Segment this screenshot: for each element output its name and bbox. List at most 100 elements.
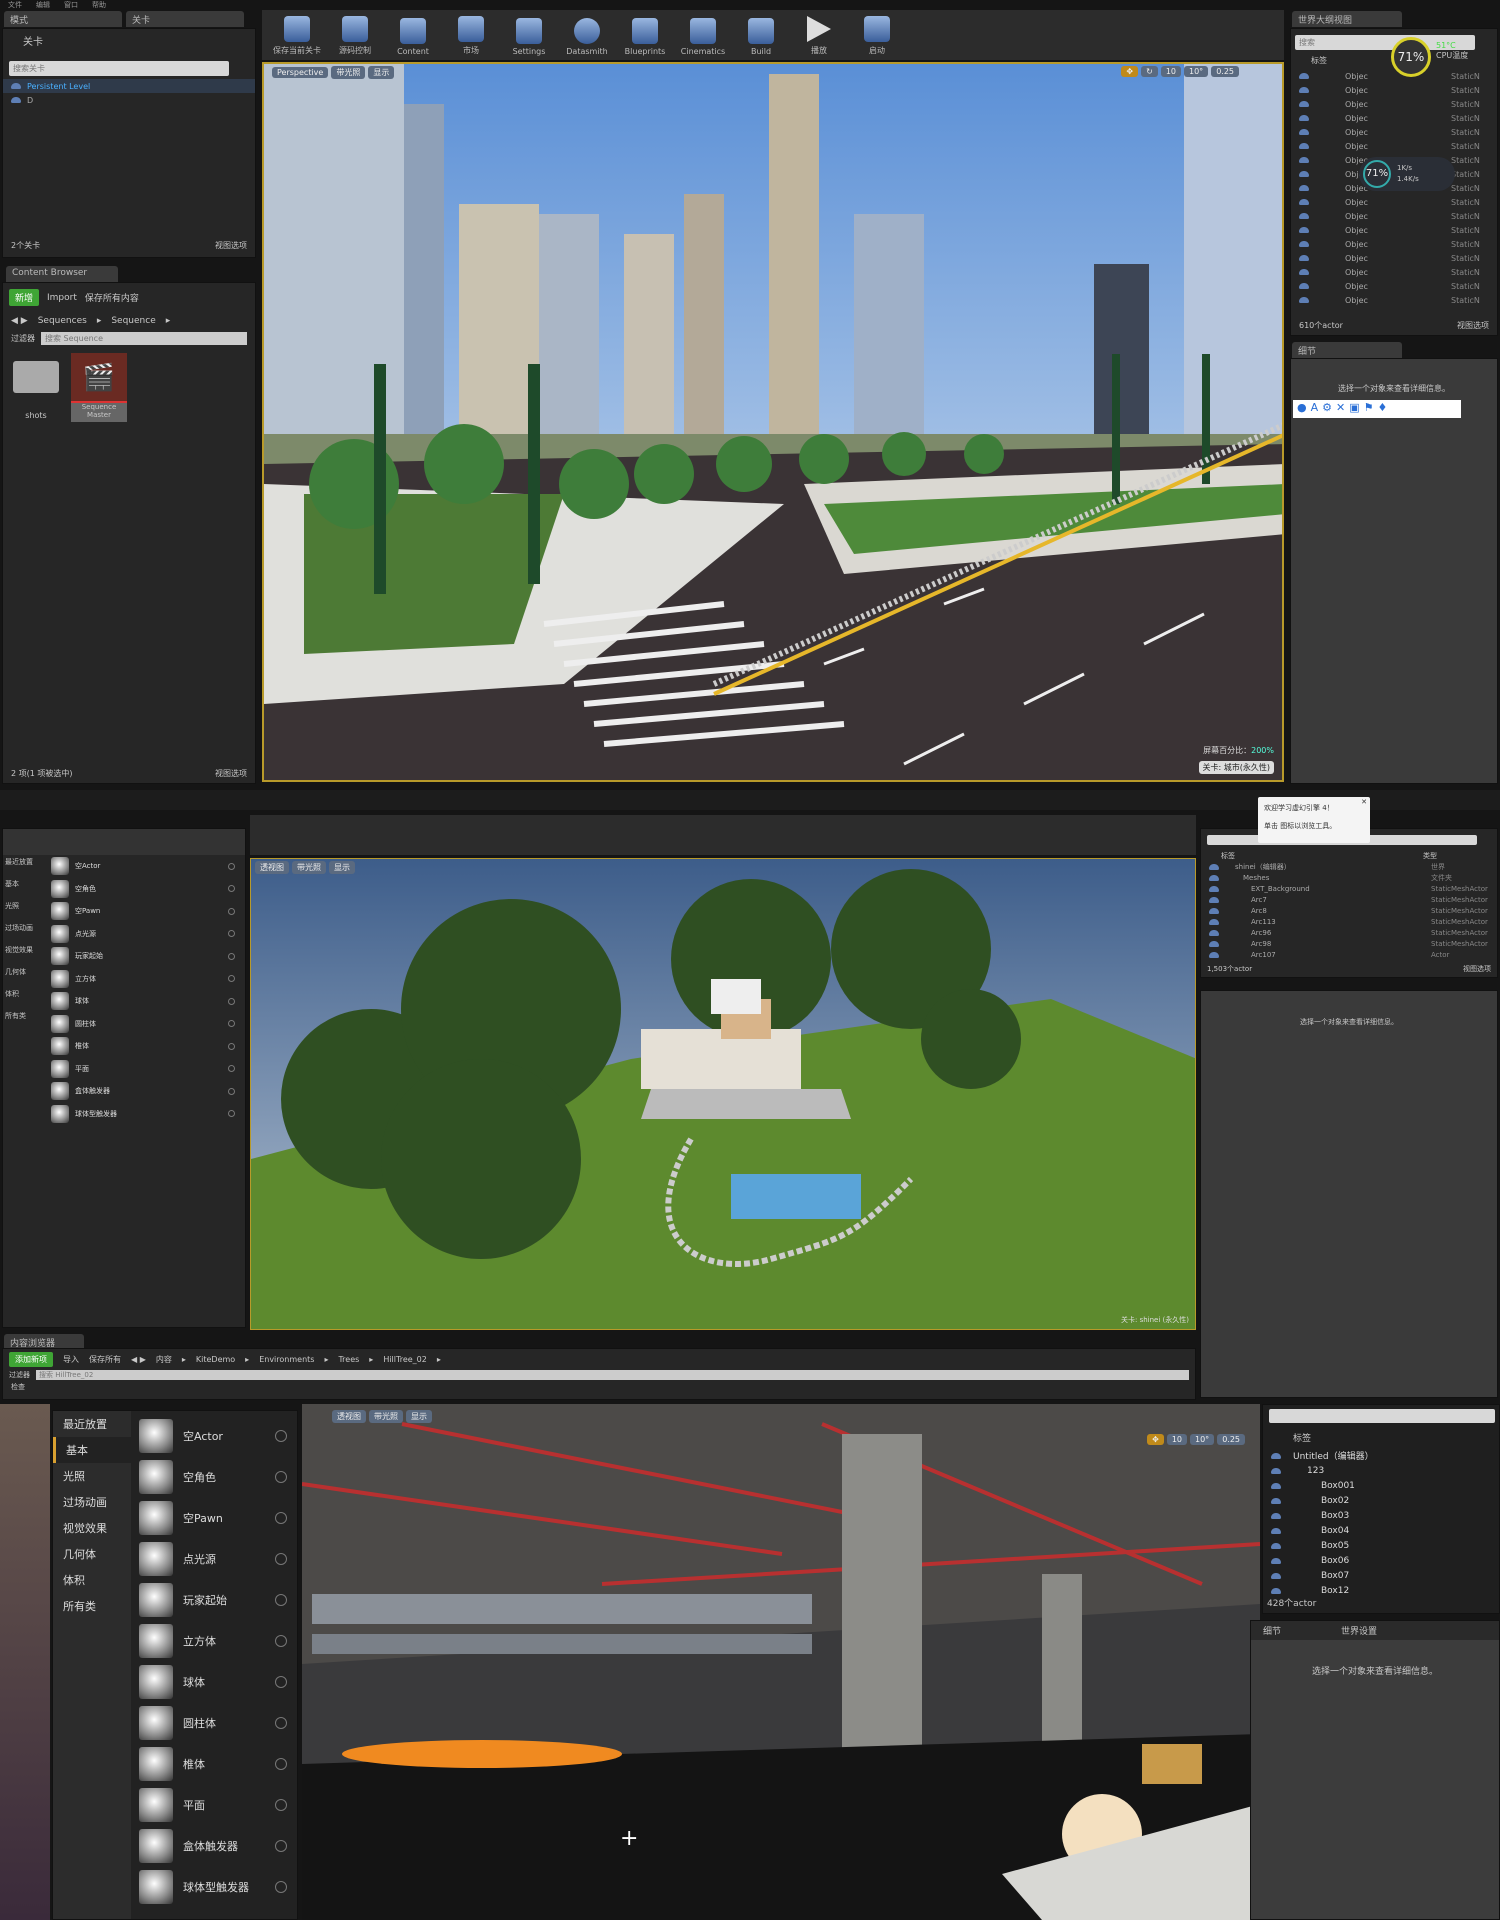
info-icon[interactable] (228, 907, 235, 915)
scale-snap[interactable]: 0.25 (1211, 66, 1239, 77)
outliner-row[interactable]: Arc96 StaticMeshActor (1201, 927, 1497, 938)
menu-help[interactable]: 帮助 (92, 0, 106, 10)
blueprints-button[interactable]: Blueprints (618, 18, 672, 56)
eye-icon[interactable] (1299, 297, 1309, 303)
outliner-row[interactable]: Arc7 StaticMeshActor (1201, 894, 1497, 905)
cb-view-options[interactable]: 视图选项 (215, 768, 247, 779)
info-icon[interactable] (275, 1470, 287, 1483)
outliner-row[interactable]: 123 (1263, 1463, 1499, 1478)
info-icon[interactable] (228, 930, 235, 938)
outliner-row[interactable]: Arc107 Actor (1201, 949, 1497, 960)
eye-icon[interactable] (1271, 1557, 1281, 1564)
category-tab[interactable]: 体积 (3, 987, 45, 1009)
cb-search-input[interactable]: 搜索 Sequence (41, 332, 247, 345)
breadcrumb[interactable]: Environments (259, 1355, 314, 1364)
place-item[interactable]: 玩家起始 (51, 945, 245, 968)
outliner-row[interactable]: Objec StaticN (1291, 265, 1497, 279)
perspective-button[interactable]: 透视图 (332, 1410, 366, 1423)
save-all-button[interactable]: 保存所有内容 (85, 291, 139, 304)
eye-icon[interactable] (1299, 73, 1309, 79)
outliner-row[interactable]: Box02 (1263, 1493, 1499, 1508)
eye-icon[interactable] (1209, 907, 1219, 914)
info-icon[interactable] (275, 1716, 287, 1729)
info-icon[interactable] (228, 952, 235, 960)
info-icon[interactable] (275, 1675, 287, 1688)
save-level-button[interactable]: 保存当前关卡 (270, 16, 324, 56)
place-item[interactable]: 空Actor (139, 1415, 297, 1456)
place-item[interactable]: 空Actor (51, 855, 245, 878)
outliner-row[interactable]: Box07 (1263, 1568, 1499, 1583)
eye-icon[interactable] (1271, 1587, 1281, 1594)
rotate-icon[interactable]: ↻ (1141, 66, 1158, 77)
eye-icon[interactable] (1209, 896, 1219, 903)
menu-file[interactable]: 文件 (8, 0, 22, 10)
eye-icon[interactable] (1271, 1512, 1281, 1519)
eye-icon[interactable] (11, 97, 21, 103)
eye-icon[interactable] (1271, 1482, 1281, 1489)
category-tab[interactable]: 最近放置 (53, 1411, 131, 1437)
eye-icon[interactable] (1271, 1497, 1281, 1504)
import-button[interactable]: 导入 (63, 1354, 79, 1365)
eye-icon[interactable] (1299, 255, 1309, 261)
outliner-row[interactable]: Objec StaticN (1291, 279, 1497, 293)
eye-icon[interactable] (11, 83, 21, 89)
build-button[interactable]: Build (734, 18, 788, 56)
place-item[interactable]: 空角色 (51, 878, 245, 901)
marketplace-button[interactable]: 市场 (444, 16, 498, 56)
viewport-villa[interactable]: 透视图 带光照 显示 关卡: shinei (永久性) (250, 858, 1196, 1330)
show-button[interactable]: 显示 (406, 1410, 432, 1423)
perspective-button[interactable]: Perspective (272, 67, 329, 78)
eye-icon[interactable] (1299, 115, 1309, 121)
outliner-row[interactable]: Untitled（编辑器） (1263, 1448, 1499, 1463)
place-item[interactable]: 圆柱体 (139, 1702, 297, 1743)
outliner-row[interactable]: Objec StaticN (1291, 125, 1497, 139)
place-item[interactable]: 盒体触发器 (51, 1080, 245, 1103)
eye-icon[interactable] (1209, 929, 1219, 936)
lit-button[interactable]: 带光照 (292, 861, 326, 874)
outliner-row[interactable]: Objec StaticN (1291, 293, 1497, 307)
save-all-button[interactable]: 保存所有 (89, 1354, 121, 1365)
info-icon[interactable] (275, 1839, 287, 1852)
tab-levels[interactable]: 关卡 (126, 11, 244, 27)
outliner-row[interactable]: Arc113 StaticMeshActor (1201, 916, 1497, 927)
place-item[interactable]: 椎体 (51, 1035, 245, 1058)
breadcrumb[interactable]: HillTree_02 (383, 1355, 427, 1364)
lit-button[interactable]: 带光照 (369, 1410, 403, 1423)
eye-icon[interactable] (1209, 951, 1219, 958)
eye-icon[interactable] (1299, 171, 1309, 177)
place-item[interactable]: 圆柱体 (51, 1013, 245, 1036)
move-icon[interactable]: ✥ (1147, 1434, 1164, 1445)
place-item[interactable]: 球体型触发器 (51, 1103, 245, 1126)
outliner-row[interactable]: Meshes 文件夹 (1201, 872, 1497, 883)
place-item[interactable]: 球体型触发器 (139, 1866, 297, 1907)
outliner-row[interactable]: Objec StaticN (1291, 223, 1497, 237)
outliner-row[interactable]: Box05 (1263, 1538, 1499, 1553)
tab-world-settings[interactable]: 世界设置 (1341, 1624, 1377, 1637)
outliner-row[interactable]: Objec StaticN (1291, 237, 1497, 251)
eye-icon[interactable] (1299, 241, 1309, 247)
outliner-row[interactable]: Objec StaticN (1291, 251, 1497, 265)
eye-icon[interactable] (1299, 143, 1309, 149)
info-icon[interactable] (228, 975, 235, 983)
rotation-snap[interactable]: 10° (1190, 1434, 1215, 1445)
category-tab[interactable]: 几何体 (3, 965, 45, 987)
play-button[interactable]: 播放 (792, 16, 846, 56)
info-icon[interactable] (228, 862, 235, 870)
eye-icon[interactable] (1299, 199, 1309, 205)
grid-snap[interactable]: 10 (1166, 1434, 1187, 1445)
view-options-button[interactable]: 视图选项 (215, 240, 247, 251)
eye-icon[interactable] (1299, 227, 1309, 233)
category-tab[interactable]: 视觉效果 (53, 1515, 131, 1541)
category-tab[interactable]: 基本 (3, 877, 45, 899)
folder-shots[interactable]: shots (11, 353, 61, 422)
eye-icon[interactable] (1299, 269, 1309, 275)
datasmith-button[interactable]: Datasmith (560, 18, 614, 56)
filter-button[interactable]: 过滤器 (9, 1370, 30, 1380)
level-row[interactable]: D (3, 93, 255, 107)
outliner-row[interactable]: Arc98 StaticMeshActor (1201, 938, 1497, 949)
info-icon[interactable] (275, 1552, 287, 1565)
breadcrumb-sequences[interactable]: Sequences (38, 316, 87, 326)
close-icon[interactable]: ✕ (1361, 798, 1367, 806)
info-icon[interactable] (228, 1020, 235, 1028)
scale-snap[interactable]: 0.25 (1217, 1434, 1245, 1445)
